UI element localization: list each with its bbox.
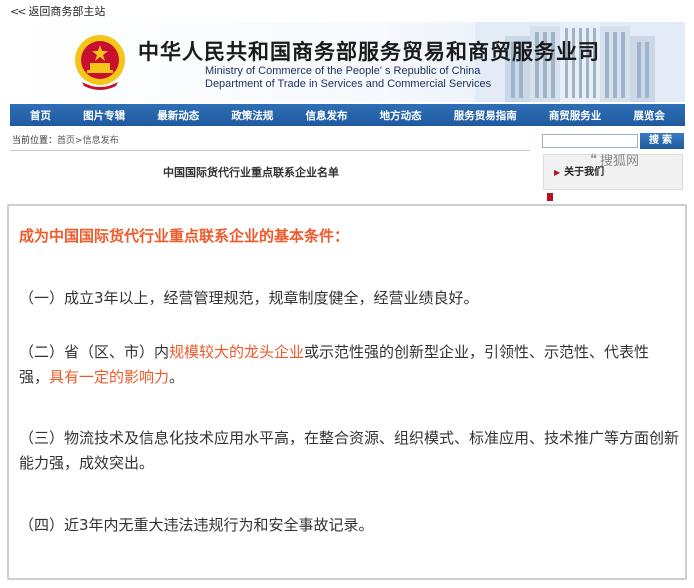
breadcrumb-label: 当前位置： [12,136,58,146]
condition-2: （二）省（区、市）内规模较大的龙头企业或示范性强的创新型企业，引领性、示范性、代… [19,340,679,390]
back-link-label: 返回商务部主站 [28,5,106,18]
top-bar: << 返回商务部主站 [0,0,694,20]
condition-2-part-a: （二）省（区、市）内 [19,343,170,361]
nav-item-photo-albums[interactable]: 图片专辑 [80,108,128,123]
site-title-en-line2: Department of Trade in Services and Comm… [205,78,492,90]
condition-2-highlight-2: 具有一定的影响力 [49,368,170,386]
sohu-watermark: ❝ 搜狐网 [590,150,639,169]
condition-4: （四）近3年内无重大违法违规行为和安全事故记录。 [19,516,374,534]
nav-item-home[interactable]: 首页 [27,108,54,123]
breadcrumb-divider [10,150,530,151]
watermark-text: 搜狐网 [600,154,640,169]
article-heading: 成为中国国际货代行业重点联系企业的基本条件： [19,227,350,245]
site-title-cn: 中华人民共和国商务部服务贸易和商贸服务业司 [138,39,600,64]
nav-item-announcements[interactable]: 信息发布 [302,108,350,123]
condition-1: （一）成立3年以上，经营管理规范，规章制度健全，经营业绩良好。 [19,289,479,307]
triangle-right-icon: ▶ [554,168,561,177]
breadcrumb-separator: > [75,136,83,146]
list-title-link[interactable]: 中国国际货代行业重点联系企业名单 [163,164,339,180]
breadcrumb-current: 信息发布 [82,136,119,146]
nav-item-policies[interactable]: 政策法规 [228,108,276,123]
back-to-main-site-link[interactable]: << 返回商务部主站 [10,3,105,19]
breadcrumb-home-link[interactable]: 首页 [57,136,75,146]
nav-item-local-news[interactable]: 地方动态 [377,108,425,123]
site-title-en-line1: Ministry of Commerce of the People' s Re… [205,65,481,77]
nav-item-service-trade-guide[interactable]: 服务贸易指南 [451,108,520,123]
sohu-logo-icon: ❝ [590,152,597,167]
search-input[interactable] [542,134,638,148]
article-card: 成为中国国际货代行业重点联系企业的基本条件： （一）成立3年以上，经营管理规范，… [7,204,687,580]
nav-item-latest-news[interactable]: 最新动态 [154,108,202,123]
condition-2-part-c: 。 [169,368,185,386]
search-button[interactable]: 搜索 [640,133,684,149]
condition-2-highlight-1: 规模较大的龙头企业 [169,343,305,361]
red-marker [547,193,553,201]
condition-3: （三）物流技术及信息化技术应用水平高，在整合资源、组织模式、标准应用、技术推广等… [19,429,680,472]
main-nav: 首页 图片专辑 最新动态 政策法规 信息发布 地方动态 服务贸易指南 商贸服务业… [10,104,685,126]
national-emblem-icon [75,35,125,90]
breadcrumb-row: 当前位置：首页>信息发布 搜索 [10,130,685,149]
nav-item-commercial-services[interactable]: 商贸服务业 [546,108,605,123]
double-chevron-left-icon: << [10,4,27,18]
site-banner: 中华人民共和国商务部服务贸易和商贸服务业司 Ministry of Commer… [10,22,685,102]
nav-item-exhibitions[interactable]: 展览会 [630,108,668,123]
breadcrumb: 当前位置：首页>信息发布 [12,133,119,146]
